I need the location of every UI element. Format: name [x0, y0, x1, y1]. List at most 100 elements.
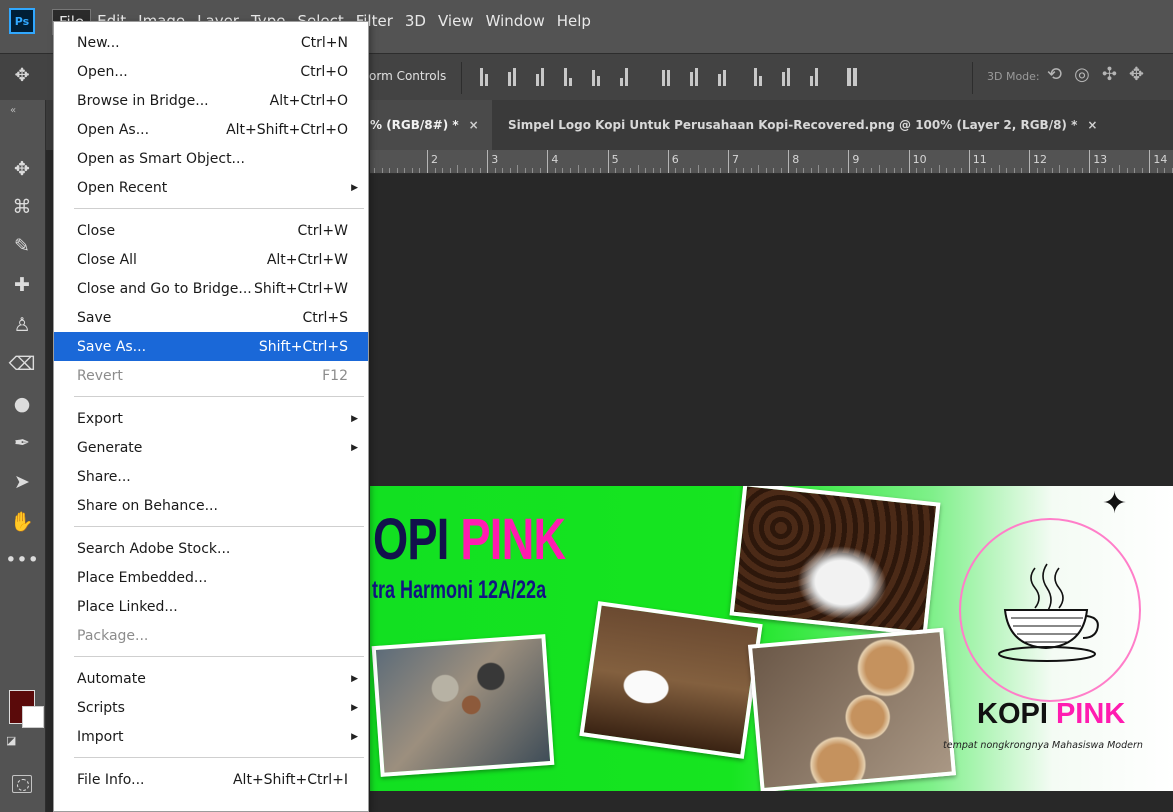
ruler-minor-tick: [645, 168, 647, 173]
menu-item-browse-in-bridge[interactable]: Browse in Bridge... Alt+Ctrl+O: [54, 86, 368, 115]
document-tab-2[interactable]: Simpel Logo Kopi Untuk Perusahaan Kopi-R…: [492, 100, 1097, 150]
distribute-left-edges-icon[interactable]: [750, 66, 766, 86]
lasso-tool-icon[interactable]: ⌘: [7, 192, 37, 222]
menu-item-shortcut: F12: [322, 367, 348, 384]
distribute-right-edges-icon[interactable]: [806, 66, 822, 86]
auto-align-layers-icon[interactable]: [844, 66, 860, 86]
menu-item-automate[interactable]: Automate ▶: [54, 664, 368, 693]
ruler-minor-tick: [1006, 168, 1008, 173]
menu-view[interactable]: View: [432, 9, 480, 35]
ruler-minor-tick: [690, 168, 692, 173]
collapse-panel-icon[interactable]: «: [10, 105, 16, 116]
ruler-minor-tick: [976, 168, 978, 173]
menu-item-share[interactable]: Share...: [54, 462, 368, 491]
background-color-swatch[interactable]: [22, 706, 44, 728]
menu-item-place-linked[interactable]: Place Linked...: [54, 592, 368, 621]
slide-3d-icon[interactable]: ✥: [1129, 64, 1144, 85]
menu-help[interactable]: Help: [551, 9, 597, 35]
menu-item-close-and-go-to-bridge[interactable]: Close and Go to Bridge... Shift+Ctrl+W: [54, 274, 368, 303]
close-icon[interactable]: ×: [1087, 118, 1097, 132]
ruler-minor-tick: [1111, 168, 1113, 173]
distribute-horizontal-centers-icon[interactable]: [778, 66, 794, 86]
ruler-minor-tick: [855, 168, 857, 173]
align-horizontal-centers-icon[interactable]: [588, 66, 604, 86]
menu-item-shortcut: Alt+Ctrl+W: [266, 251, 348, 268]
menu-item-close[interactable]: Close Ctrl+W: [54, 216, 368, 245]
submenu-arrow-icon: ▶: [351, 442, 358, 453]
menu-item-label: Share...: [77, 468, 131, 485]
distribute-vertical-centers-icon[interactable]: [686, 66, 702, 86]
healing-brush-tool-icon[interactable]: ✚: [7, 270, 37, 300]
submenu-arrow-icon: ▶: [351, 673, 358, 684]
menu-3d[interactable]: 3D: [399, 9, 432, 35]
menu-item-export[interactable]: Export ▶: [54, 404, 368, 433]
photo-coffee-cup: [579, 601, 763, 759]
toolbox: « ✥ ⌘ ✎ ✚ ♙ ⌫ ● ✒ ➤ ✋ ••• ◪: [0, 100, 46, 812]
horizontal-ruler[interactable]: 2 3 4 5 6 7 8 9 10 11 12 13 14: [370, 150, 1173, 174]
pan-3d-icon[interactable]: ✣: [1102, 64, 1117, 85]
menu-item-share-on-behance[interactable]: Share on Behance...: [54, 491, 368, 520]
menu-item-search-adobe-stock[interactable]: Search Adobe Stock...: [54, 534, 368, 563]
transform-controls-label[interactable]: orm Controls: [369, 69, 446, 83]
move-tool-preset-icon[interactable]: ✥: [10, 65, 34, 89]
path-selection-tool-icon[interactable]: ➤: [7, 467, 37, 497]
blur-tool-icon[interactable]: ●: [7, 389, 37, 419]
banner-subtitle: tra Harmoni 12A/22a: [372, 576, 547, 604]
ruler-minor-tick: [720, 168, 722, 173]
menu-window[interactable]: Window: [480, 9, 551, 35]
default-colors-icon[interactable]: ◪: [6, 734, 18, 747]
ruler-minor-tick: [652, 168, 654, 173]
menu-item-import[interactable]: Import ▶: [54, 722, 368, 751]
move-tool-icon[interactable]: ✥: [7, 154, 37, 184]
align-right-edges-icon[interactable]: [616, 66, 632, 86]
clone-stamp-tool-icon[interactable]: ♙: [7, 310, 37, 340]
menu-item-open[interactable]: Open... Ctrl+O: [54, 57, 368, 86]
menu-item-save-as[interactable]: Save As... Shift+Ctrl+S: [54, 332, 368, 361]
quick-selection-tool-icon[interactable]: ✎: [7, 231, 37, 261]
menu-item-open-as[interactable]: Open As... Alt+Shift+Ctrl+O: [54, 115, 368, 144]
tab-2-label: Simpel Logo Kopi Untuk Perusahaan Kopi-R…: [508, 118, 1078, 132]
document-tab-1[interactable]: % (RGB/8#) * ×: [370, 100, 492, 150]
menu-item-new[interactable]: New... Ctrl+N: [54, 28, 368, 57]
ruler-tick-label: 4: [551, 153, 559, 166]
ruler-tick: 14: [1149, 150, 1167, 173]
eraser-tool-icon[interactable]: ⌫: [7, 349, 37, 379]
menu-item-label: Scripts: [77, 699, 125, 716]
menu-item-save[interactable]: Save Ctrl+S: [54, 303, 368, 332]
3d-mode-label: 3D Mode:: [987, 70, 1040, 83]
close-icon[interactable]: ×: [469, 118, 479, 132]
ruler-minor-tick: [509, 168, 511, 173]
canvas-artwork[interactable]: OPI PINK tra Harmoni 12A/22a ✦ KOPI PINK…: [370, 486, 1173, 791]
ruler-minor-tick: [562, 168, 564, 173]
submenu-arrow-icon: ▶: [351, 731, 358, 742]
more-tools-icon[interactable]: •••: [5, 545, 39, 575]
menu-item-close-all[interactable]: Close All Alt+Ctrl+W: [54, 245, 368, 274]
ruler-minor-tick: [396, 168, 398, 173]
orbit-3d-icon[interactable]: ⟲: [1047, 64, 1062, 85]
hand-tool-icon[interactable]: ✋: [7, 506, 37, 536]
ruler-minor-tick: [893, 168, 895, 173]
ruler-minor-tick: [1021, 168, 1023, 173]
menu-item-file-info[interactable]: File Info... Alt+Shift+Ctrl+I: [54, 765, 368, 794]
quick-mask-icon[interactable]: [12, 775, 32, 793]
align-top-edges-icon[interactable]: [476, 66, 492, 86]
pen-tool-icon[interactable]: ✒: [7, 428, 37, 458]
ruler-minor-tick: [1013, 168, 1015, 173]
align-vertical-centers-icon[interactable]: [504, 66, 520, 86]
distribute-top-edges-icon[interactable]: [658, 66, 674, 86]
ruler-tick: 3: [487, 150, 498, 173]
roll-3d-icon[interactable]: ◎: [1074, 64, 1090, 85]
distribute-bottom-edges-icon[interactable]: [714, 66, 730, 86]
ruler-tick: 13: [1089, 150, 1107, 173]
align-left-edges-icon[interactable]: [560, 66, 576, 86]
menu-item-place-embedded[interactable]: Place Embedded...: [54, 563, 368, 592]
ruler-tick-label: 11: [972, 153, 987, 166]
menu-item-generate[interactable]: Generate ▶: [54, 433, 368, 462]
menu-item-scripts[interactable]: Scripts ▶: [54, 693, 368, 722]
ruler-minor-tick: [577, 165, 579, 173]
align-bottom-edges-icon[interactable]: [532, 66, 548, 86]
menu-item-open-recent[interactable]: Open Recent ▶: [54, 173, 368, 202]
menu-item-open-as-smart-object[interactable]: Open as Smart Object...: [54, 144, 368, 173]
menu-item-label: Open...: [77, 63, 128, 80]
menu-item-package: Package...: [54, 621, 368, 650]
